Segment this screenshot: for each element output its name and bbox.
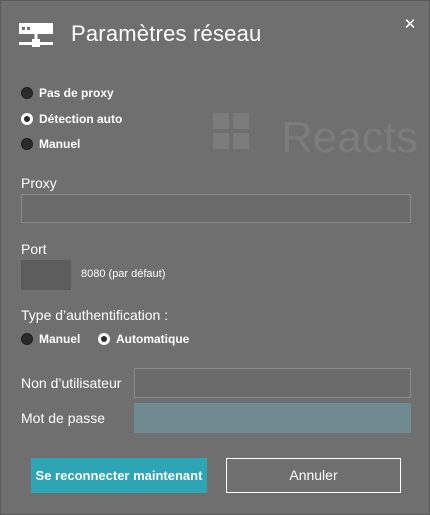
radio-label: Manuel	[39, 137, 81, 151]
cancel-button[interactable]: Annuler	[226, 458, 401, 493]
close-icon[interactable]: ✕	[400, 15, 420, 35]
network-icon	[19, 23, 53, 47]
radio-indicator-checked	[98, 333, 110, 345]
radio-auto-detect[interactable]: Détection auto	[21, 112, 122, 126]
username-input[interactable]	[134, 368, 411, 398]
radio-indicator-checked	[21, 113, 33, 125]
radio-label: Pas de proxy	[39, 86, 114, 100]
radio-label: Détection auto	[39, 112, 123, 126]
radio-auth-manual[interactable]: Manuel	[21, 332, 80, 346]
watermark-text: Reacts	[281, 113, 418, 162]
auth-type-label: Type d’authentification :	[21, 307, 169, 323]
port-hint: 8080 (par défaut)	[81, 268, 166, 280]
radio-indicator	[21, 333, 33, 345]
radio-label: Manuel	[39, 332, 81, 346]
port-input[interactable]	[21, 260, 71, 290]
port-label: Port	[21, 241, 47, 257]
radio-no-proxy[interactable]: Pas de proxy	[21, 86, 114, 100]
username-label: Non d’utilisateur	[21, 375, 122, 391]
radio-label: Automatique	[116, 332, 190, 346]
proxy-input[interactable]	[21, 194, 411, 223]
radio-manual[interactable]: Manuel	[21, 137, 80, 151]
radio-indicator	[21, 87, 33, 99]
dialog-title: Paramètres réseau	[71, 21, 262, 46]
password-label: Mot de passe	[21, 410, 106, 426]
reconnect-now-button[interactable]: Se reconnecter maintenant	[31, 458, 207, 493]
radio-indicator	[21, 138, 33, 150]
radio-auth-automatic[interactable]: Automatique	[98, 332, 189, 346]
proxy-label: Proxy	[21, 175, 57, 191]
network-settings-dialog: Reacts Paramètres réseau ✕ Pas de proxy …	[0, 0, 430, 515]
password-input[interactable]	[134, 403, 411, 433]
